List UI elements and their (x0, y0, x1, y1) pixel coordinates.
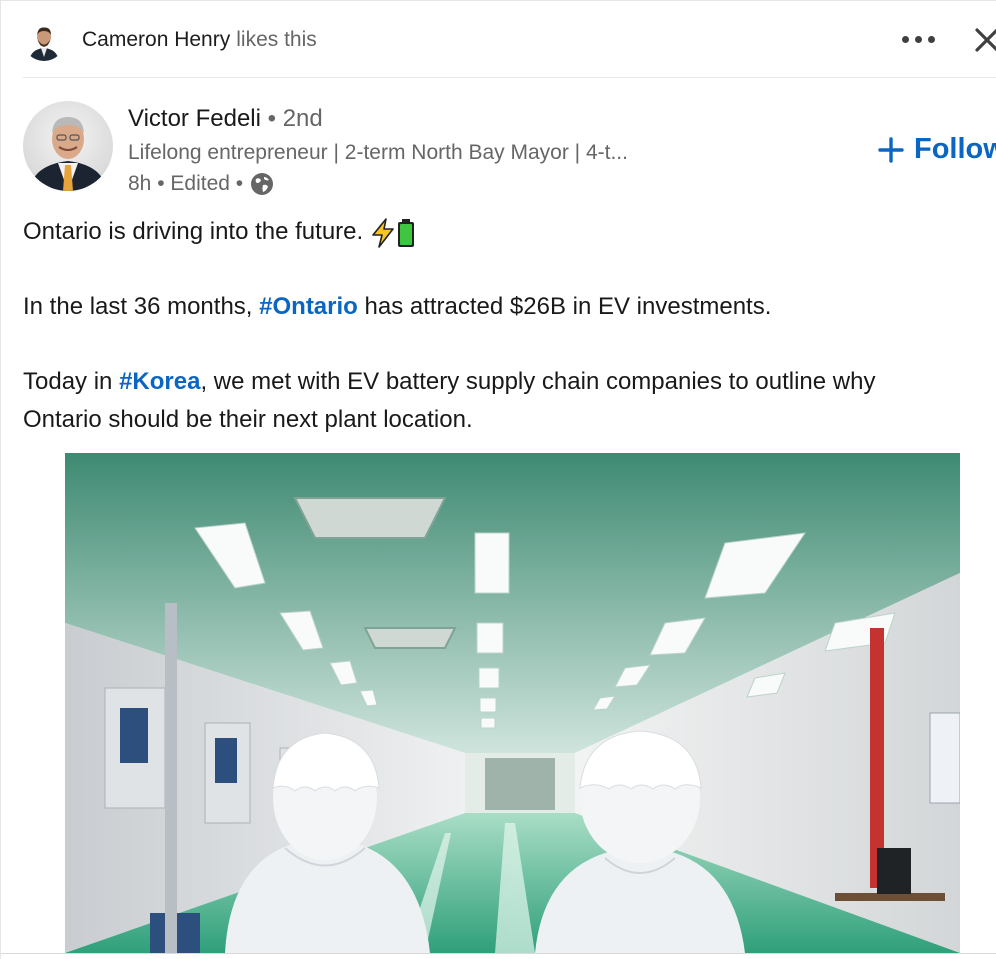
more-options-dot (914, 35, 922, 43)
post-time: 8h (128, 172, 152, 195)
post-line: Ontario is driving into the future. (23, 213, 973, 251)
author-name-line: Victor Fedeli • 2nd (128, 105, 323, 133)
post-line-text: In the last 36 months, (23, 293, 253, 320)
post-meta: 8h • Edited • (128, 171, 275, 197)
lightning-icon (372, 217, 394, 248)
post-text: Ontario is driving into the future. In t… (23, 213, 973, 438)
globe-icon (251, 173, 274, 195)
meta-separator: • (157, 172, 165, 195)
author-headline: Lifelong entrepreneur | 2-term North Bay… (128, 141, 628, 164)
feed-post-card: Cameron Henry likes this Victor Fedeli •… (0, 0, 996, 959)
more-options-button[interactable] (894, 25, 942, 53)
social-action-text: likes this (236, 28, 317, 51)
author-name[interactable]: Victor Fedeli (128, 105, 261, 132)
close-button[interactable] (972, 23, 996, 57)
edited-label: Edited (170, 172, 230, 195)
meta-separator: • (235, 172, 244, 195)
post-line-text: Ontario should be their next plant locat… (23, 405, 473, 433)
factory-hallway-photo (65, 453, 960, 953)
social-context-header: Cameron Henry likes this (23, 17, 996, 63)
social-actor-name[interactable]: Cameron Henry (82, 28, 230, 51)
social-context-text: Cameron Henry likes this (82, 28, 317, 52)
follow-button[interactable]: Follow (878, 133, 996, 166)
bottom-edge (1, 953, 996, 959)
post-line: In the last 36 months, #Ontario has attr… (23, 288, 973, 326)
post-line: Ontario should be their next plant locat… (23, 401, 973, 439)
post-line-text: , we met with EV battery supply chain co… (200, 368, 876, 395)
more-options-icon (901, 35, 909, 43)
plus-icon (878, 136, 904, 163)
close-icon (975, 28, 996, 52)
person-avatar-icon[interactable] (23, 19, 65, 61)
post-line-text: has attracted $26B in EV investments. (364, 293, 772, 320)
connection-degree: • 2nd (267, 105, 323, 132)
post-line: Today in #Korea, we met with EV battery … (23, 363, 973, 401)
post-line-text: Today in (23, 368, 113, 395)
hashtag-link[interactable]: #Ontario (259, 293, 358, 320)
follow-label: Follow (914, 133, 996, 165)
post-line-text: Ontario is driving into the future. (23, 218, 364, 245)
author-avatar[interactable] (23, 101, 113, 191)
battery-icon (397, 218, 414, 247)
post-image[interactable] (65, 453, 960, 953)
more-options-dot (927, 35, 935, 43)
header-divider (23, 77, 996, 78)
hashtag-link[interactable]: #Korea (119, 368, 200, 395)
